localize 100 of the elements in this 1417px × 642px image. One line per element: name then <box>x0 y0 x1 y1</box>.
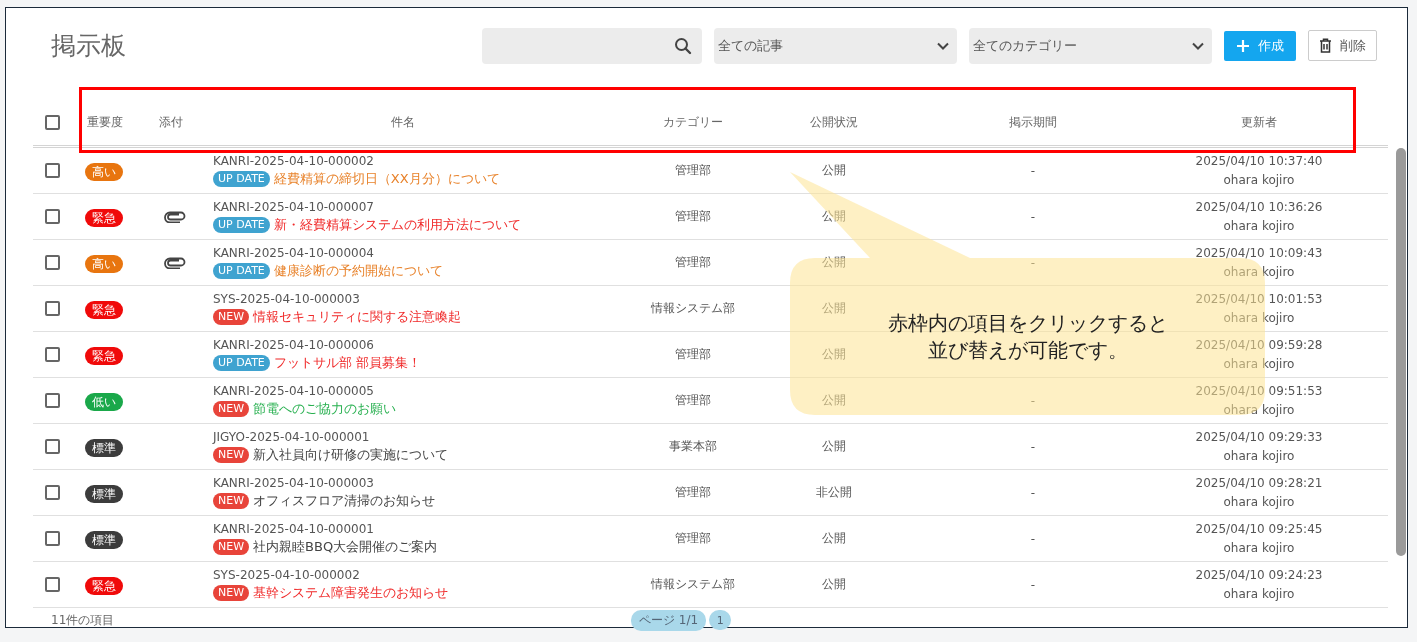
article-title-link[interactable]: 新入社員向け研修の実施について <box>253 446 449 464</box>
updated-time: 2025/04/10 10:36:26 <box>1195 198 1323 216</box>
status-text: 公開 <box>822 438 846 455</box>
status-tag: UP DATE <box>213 171 270 187</box>
callout-text: 並び替えが可能です。 <box>927 336 1128 364</box>
article-title-link[interactable]: オフィスフロア清掃のお知らせ <box>253 492 436 510</box>
chevron-icon <box>937 41 949 50</box>
row-checkbox[interactable] <box>44 531 60 546</box>
period-text: - <box>1030 163 1036 178</box>
status-tag: NEW <box>213 309 250 325</box>
category-text: 管理部 <box>675 484 711 501</box>
category-text: 管理部 <box>675 392 711 409</box>
status-tag: UP DATE <box>213 263 270 279</box>
column-header[interactable]: 重要度 <box>87 114 123 131</box>
article-title-link[interactable]: 新・経費精算システムの利用方法について <box>273 216 521 234</box>
article-id: KANRI-2025-04-10-000001 <box>213 521 375 538</box>
column-header[interactable]: カテゴリー <box>663 114 723 131</box>
row-checkbox[interactable] <box>44 347 60 362</box>
priority-badge: 標準 <box>85 530 123 549</box>
author-name: ohara kojiro <box>1223 539 1295 557</box>
article-title-link[interactable]: フットサル部 部員募集！ <box>273 354 421 372</box>
row-checkbox[interactable] <box>44 393 60 408</box>
priority-badge: 緊急 <box>85 346 123 365</box>
article-id: KANRI-2025-04-10-000007 <box>213 199 375 216</box>
category-text: 管理部 <box>675 530 711 547</box>
priority-badge: 緊急 <box>85 300 123 319</box>
period-text: - <box>1030 485 1036 500</box>
status-tag: UP DATE <box>213 217 270 233</box>
category-text: 管理部 <box>675 346 711 363</box>
updated-time: 2025/04/10 10:09:43 <box>1195 244 1323 262</box>
page-title: 掲示板 <box>51 30 126 62</box>
updated-time: 2025/04/10 09:28:21 <box>1195 474 1323 492</box>
author-name: ohara kojiro <box>1223 401 1295 419</box>
period-text: - <box>1030 531 1036 546</box>
column-header[interactable]: 更新者 <box>1241 114 1277 131</box>
status-tag: UP DATE <box>213 355 270 371</box>
chevron-icon <box>1192 41 1204 50</box>
row-checkbox[interactable] <box>44 485 60 500</box>
article-id: KANRI-2025-04-10-000004 <box>213 245 375 262</box>
column-header[interactable]: 掲示期間 <box>1009 114 1057 131</box>
status-text: 公開 <box>822 530 846 547</box>
status-text: 公開 <box>822 162 846 179</box>
column-header[interactable]: 公開状況 <box>810 114 858 131</box>
delete-button[interactable]: 削除 <box>1308 30 1377 61</box>
article-id: KANRI-2025-04-10-000003 <box>213 475 375 492</box>
updated-time: 2025/04/10 09:59:28 <box>1195 336 1323 354</box>
page-button[interactable]: 1 <box>709 610 732 630</box>
callout-text: 赤枠内の項目をクリックすると <box>887 309 1168 337</box>
article-id: KANRI-2025-04-10-000005 <box>213 383 375 400</box>
column-header[interactable]: 添付 <box>159 114 183 131</box>
status-text: 公開 <box>822 300 846 317</box>
row-checkbox[interactable] <box>44 209 60 224</box>
filter-dropdown[interactable]: 全てのカテゴリー <box>969 27 1212 64</box>
category-text: 管理部 <box>675 162 711 179</box>
article-id: SYS-2025-04-10-000003 <box>213 291 361 308</box>
author-name: ohara kojiro <box>1223 309 1295 327</box>
updated-time: 2025/04/10 10:01:53 <box>1195 290 1323 308</box>
search-icon <box>674 36 692 55</box>
row-checkbox[interactable] <box>44 439 60 454</box>
period-text: - <box>1030 255 1036 270</box>
status-tag: NEW <box>213 585 250 601</box>
search-field[interactable] <box>482 27 702 64</box>
row-checkbox[interactable] <box>44 301 60 316</box>
priority-badge: 緊急 <box>85 576 123 595</box>
updated-time: 2025/04/10 09:51:53 <box>1195 382 1323 400</box>
priority-badge: 緊急 <box>85 208 123 227</box>
priority-badge: 低い <box>85 392 123 411</box>
select-all-checkbox[interactable] <box>44 115 60 130</box>
updated-time: 2025/04/10 10:37:40 <box>1195 152 1323 170</box>
author-name: ohara kojiro <box>1223 263 1295 281</box>
category-text: 事業本部 <box>669 438 717 455</box>
status-tag: NEW <box>213 539 250 555</box>
author-name: ohara kojiro <box>1223 217 1295 235</box>
status-text: 公開 <box>822 392 846 409</box>
article-id: JIGYO-2025-04-10-000001 <box>213 429 371 446</box>
article-id: KANRI-2025-04-10-000002 <box>213 153 375 170</box>
filter-dropdown[interactable]: 全ての記事 <box>714 27 957 64</box>
category-text: 管理部 <box>675 254 711 271</box>
row-checkbox[interactable] <box>44 163 60 178</box>
period-text: - <box>1030 209 1036 224</box>
article-title-link[interactable]: 基幹システム障害発生のお知らせ <box>253 584 449 602</box>
priority-badge: 標準 <box>85 438 123 457</box>
updated-time: 2025/04/10 09:25:45 <box>1195 520 1323 538</box>
article-title-link[interactable]: 情報セキュリティに関する注意喚起 <box>253 308 462 326</box>
column-header[interactable]: 件名 <box>391 114 415 131</box>
period-text: - <box>1030 577 1036 592</box>
scrollbar[interactable] <box>1396 148 1406 556</box>
article-title-link[interactable]: 社内親睦BBQ大会開催のご案内 <box>253 538 438 556</box>
row-checkbox[interactable] <box>44 255 60 270</box>
status-tag: NEW <box>213 447 250 463</box>
category-text: 情報システム部 <box>651 576 735 593</box>
priority-badge: 高い <box>85 254 123 273</box>
article-id: KANRI-2025-04-10-000006 <box>213 337 375 354</box>
article-id: SYS-2025-04-10-000002 <box>213 567 361 584</box>
period-text: - <box>1030 439 1036 454</box>
row-checkbox[interactable] <box>44 577 60 592</box>
author-name: ohara kojiro <box>1223 447 1295 465</box>
trash-icon <box>1319 38 1332 53</box>
author-name: ohara kojiro <box>1223 493 1295 511</box>
period-text: - <box>1030 393 1036 408</box>
